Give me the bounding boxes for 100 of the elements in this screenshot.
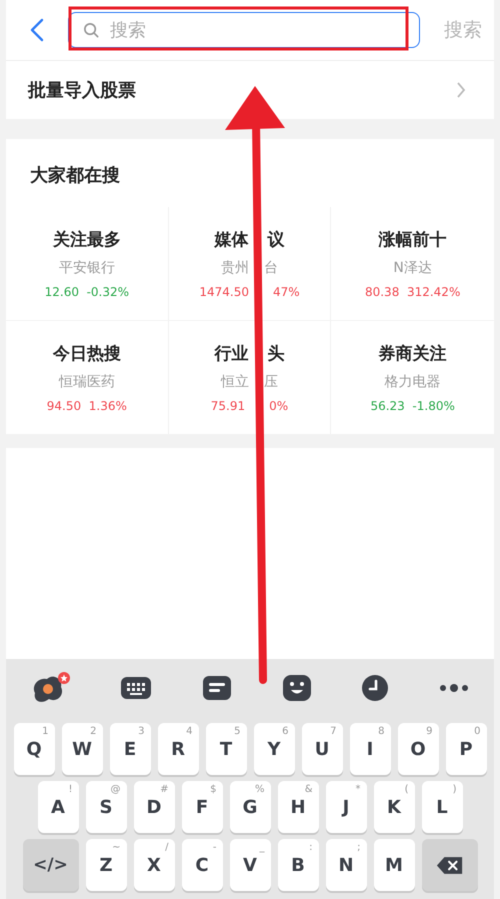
stock-tile[interactable]: 涨幅前十 N泽达 80.38 312.42%	[331, 207, 494, 320]
keyboard-key[interactable]: 6 Y	[254, 723, 294, 775]
emoji-icon[interactable]	[282, 674, 312, 702]
keyboard-key[interactable]: 5 T	[206, 723, 246, 775]
key-letter: A	[51, 796, 65, 818]
key-letter: F	[196, 796, 208, 818]
key-letter: W	[72, 738, 92, 760]
key-letter: D	[146, 796, 162, 818]
key-letter: Q	[26, 738, 42, 760]
keyboard-key[interactable]: 4 R	[158, 723, 198, 775]
key-hint: 4	[186, 726, 192, 737]
key-hint: @	[110, 784, 120, 795]
key-letter: O	[410, 738, 426, 760]
key-letter: S	[100, 796, 112, 818]
tile-title: 议	[267, 229, 284, 251]
tile-title: 媒体	[214, 229, 249, 251]
key-hint: 6	[282, 726, 288, 737]
stock-quote: 75.91	[210, 399, 246, 413]
keyboard-key[interactable]: $ F	[182, 781, 222, 833]
search-field[interactable]: 搜索	[108, 18, 405, 42]
stock-tile[interactable]: 关注最多 平安银行 12.60 -0.32%	[6, 207, 169, 320]
key-letter: V	[243, 854, 257, 876]
stock-name: N泽达	[393, 259, 432, 277]
key-hint: -	[212, 842, 216, 853]
tile-title: 今日热搜	[52, 343, 121, 365]
key-hint: *	[356, 784, 360, 795]
key-hint: 2	[90, 726, 96, 737]
keyboard-key[interactable]: % G	[230, 781, 270, 833]
keyboard-key[interactable]: : B	[278, 839, 318, 891]
stock-name: 平安银行	[58, 259, 115, 277]
keyboard-key[interactable]: ( K	[374, 781, 414, 833]
keyboard-key[interactable]: # D	[134, 781, 174, 833]
stock-quote: 47%	[272, 285, 300, 299]
keyboard-key[interactable]: - C	[182, 839, 222, 891]
key-letter: Y	[267, 738, 281, 760]
stock-tile[interactable]: 行业 头 恒立 压 75.91 0%	[168, 320, 332, 434]
keyboard-key[interactable]: 1 Q	[14, 723, 54, 775]
key-letter: M	[385, 854, 403, 876]
stock-quote: 94.50 1.36%	[46, 399, 127, 413]
keyboard-key[interactable]: 8 I	[350, 723, 390, 775]
stock-name: 恒立	[220, 373, 249, 391]
key-letter: P	[459, 738, 473, 760]
keyboard-key[interactable]: M	[374, 839, 414, 891]
tile-title: 券商关注	[378, 343, 447, 365]
keyboard-key[interactable]: 9 O	[398, 723, 438, 775]
stock-quote: 12.60 -0.32%	[44, 285, 130, 299]
key-letter: R	[171, 738, 185, 760]
stock-tile[interactable]: 媒体 议 贵州 台 1474.50 47%	[168, 207, 332, 320]
keyboard-key[interactable]: * J	[326, 781, 366, 833]
key-hint: :	[309, 842, 312, 853]
key-hint: 5	[234, 726, 240, 737]
keyboard-key[interactable]: 7 U	[302, 723, 342, 775]
clipboard-icon[interactable]	[202, 675, 232, 701]
keyboard-key[interactable]: & H	[278, 781, 318, 833]
key-letter: T	[220, 738, 232, 760]
search-icon	[83, 22, 100, 38]
stock-name: 贵州	[220, 259, 249, 277]
key-hint: &	[304, 784, 312, 795]
key-letter: K	[387, 796, 401, 818]
keyboard-key[interactable]: ) L	[422, 781, 462, 833]
backspace-key[interactable]	[422, 839, 478, 891]
import-row[interactable]: 批量导入股票	[6, 60, 494, 119]
clock-icon[interactable]	[361, 674, 390, 702]
key-letter: L	[436, 796, 448, 818]
key-letter: I	[366, 738, 374, 760]
stock-quote: 80.38 312.42%	[364, 285, 460, 299]
key-hint: )	[452, 784, 456, 795]
keyboard-key[interactable]: / X	[134, 839, 174, 891]
keyboard-key[interactable]: 2 W	[62, 723, 102, 775]
stock-tile[interactable]: 今日热搜 恒瑞医药 94.50 1.36%	[6, 320, 169, 434]
section-title: 大家都在搜	[29, 164, 121, 188]
tile-title: 头	[267, 343, 284, 365]
keyboard-key[interactable]: ~ Z	[86, 839, 126, 891]
key-letter: J	[342, 796, 350, 818]
key-hint: #	[160, 784, 168, 795]
more-icon[interactable]	[439, 683, 470, 693]
keyboard-key[interactable]: ! A	[38, 781, 78, 833]
key-letter: N	[338, 854, 354, 876]
stock-name: 压	[264, 373, 278, 391]
keyboard-icon[interactable]	[120, 675, 152, 701]
key-hint: %	[254, 784, 264, 795]
keyboard-key[interactable]: ; N	[326, 839, 366, 891]
back-icon[interactable]	[30, 18, 44, 42]
tile-title: 涨幅前十	[378, 229, 447, 251]
keyboard-key[interactable]: 3 E	[110, 723, 150, 775]
keyboard-key[interactable]: 0 P	[446, 723, 486, 775]
tile-title: 关注最多	[52, 229, 121, 251]
tile-title: 行业	[214, 343, 249, 365]
key-hint: 8	[378, 726, 384, 737]
code-key[interactable]: </>	[22, 839, 78, 891]
stock-tile[interactable]: 券商关注 格力电器 56.23 -1.80%	[331, 320, 494, 434]
stock-quote: 56.23 -1.80%	[370, 399, 455, 413]
search-box[interactable]: 搜索	[68, 12, 420, 48]
key-hint: 3	[138, 726, 144, 737]
stock-name: 台	[264, 259, 278, 277]
key-letter: U	[314, 738, 330, 760]
keyboard-key[interactable]: _ V	[230, 839, 270, 891]
keyboard-key[interactable]: @ S	[86, 781, 126, 833]
key-hint: !	[68, 784, 72, 795]
stock-name: 格力电器	[384, 373, 441, 391]
